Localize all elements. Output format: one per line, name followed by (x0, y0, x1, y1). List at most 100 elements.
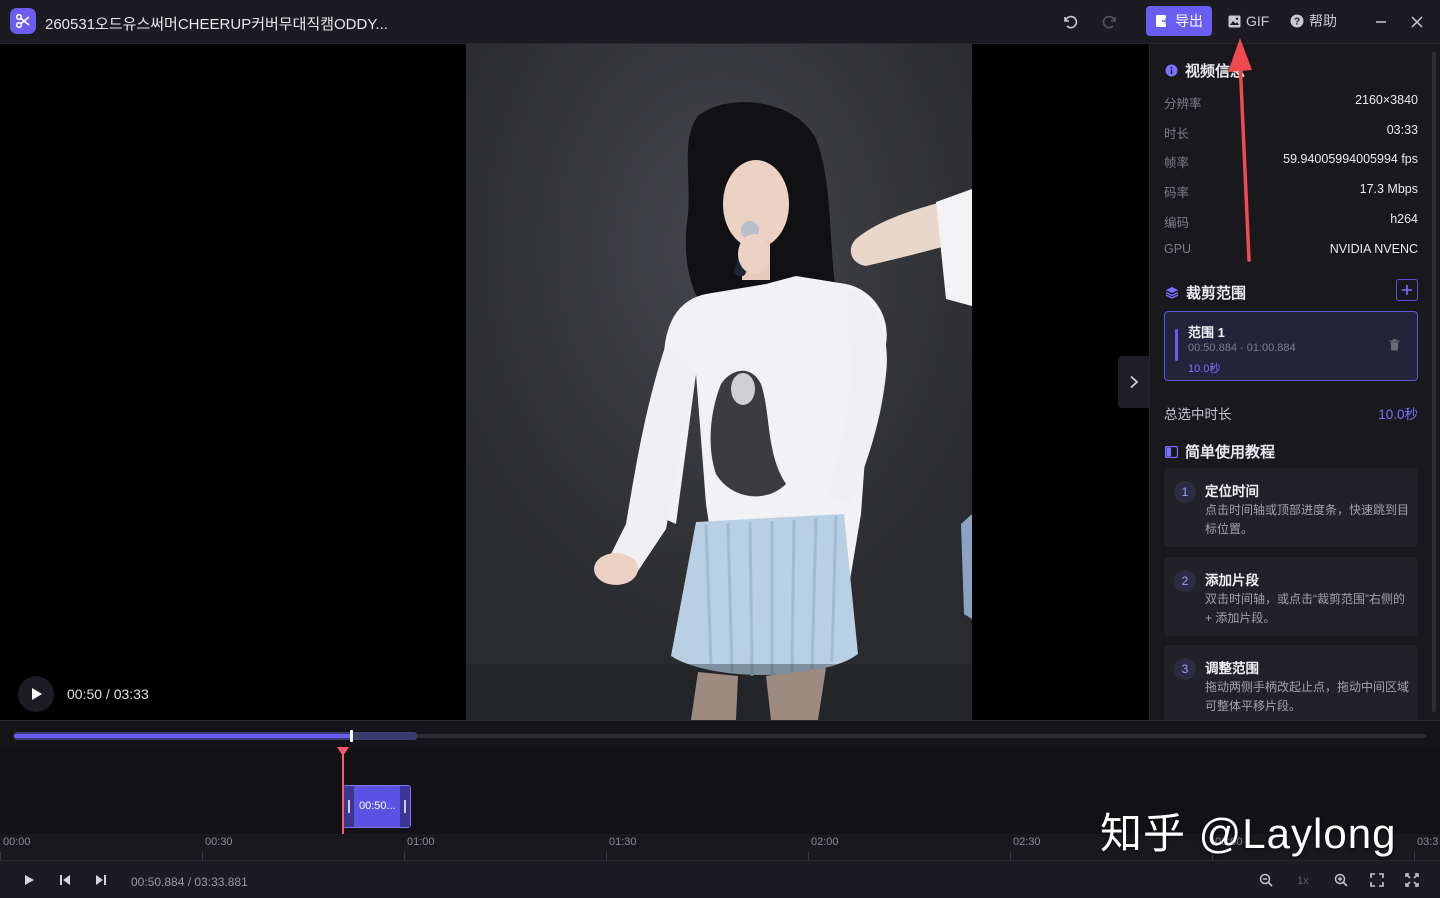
playhead-line[interactable] (342, 751, 344, 834)
total-duration-label: 总选中时长 (1164, 407, 1232, 422)
range-duration: 10.0秒 (1188, 363, 1221, 375)
total-duration-value: 10.0秒 (1378, 407, 1418, 422)
performer-image (466, 44, 972, 720)
info-value: 03:33 (1386, 123, 1418, 137)
export-icon (1156, 15, 1169, 27)
clip-label: 00:50... (359, 800, 396, 812)
step-number: 2 (1174, 570, 1196, 592)
image-icon (1228, 15, 1241, 27)
window-title: 260531오드유스써머CHEERUP커버무대직캠ODDY... (45, 16, 388, 33)
scissors-icon (10, 8, 36, 34)
chevron-right-icon (1129, 375, 1138, 389)
panel-scrollbar[interactable] (1432, 52, 1436, 712)
progress-fill (14, 734, 352, 738)
overlay-time: 00:50 / 03:33 (67, 686, 149, 702)
range-card[interactable]: 范围 1 00:50.884 - 01:00.884 10.0秒 (1164, 311, 1418, 381)
book-icon (1165, 445, 1178, 458)
video-preview[interactable]: 00:50 / 03:33 (0, 44, 1149, 720)
trash-icon[interactable] (1389, 338, 1400, 356)
info-value: 2160×3840 (1355, 93, 1418, 107)
tutorial-step: 3 调整范围 拖动两侧手柄改起止点，拖动中间区域可整体平移片段。 (1164, 645, 1418, 720)
zoom-out-icon[interactable] (1258, 872, 1274, 888)
tick-mark (404, 852, 405, 860)
help-button[interactable]: ? 帮助 (1290, 6, 1337, 36)
info-key: GPU (1164, 242, 1192, 256)
tick-mark (1010, 852, 1011, 860)
play-icon[interactable] (21, 872, 37, 888)
tick-mark (0, 852, 1, 860)
info-row-resolution: 分辨率 2160×3840 (1164, 93, 1418, 112)
step-description: 双击时间轴，或点击“裁剪范围”右侧的 + 添加片段。 (1205, 592, 1405, 625)
tick-mark (202, 852, 203, 860)
tick-mark (606, 852, 607, 860)
info-key: 分辨率 (1164, 97, 1202, 111)
info-key: 码率 (1164, 186, 1190, 200)
overlay-play-button[interactable] (18, 676, 54, 712)
fit-icon[interactable] (1369, 872, 1385, 888)
current-time: 00:50.884 / 03:33.881 (131, 875, 248, 889)
range-color-bar (1175, 329, 1178, 361)
info-value: NVIDIA NVENC (1329, 242, 1418, 256)
skip-back-icon[interactable] (57, 872, 73, 888)
add-range-button[interactable] (1396, 279, 1418, 301)
total-duration-row: 总选中时长 10.0秒 (1164, 403, 1418, 423)
step-title: 添加片段 (1205, 573, 1259, 588)
close-icon[interactable] (1406, 11, 1428, 33)
minimize-icon[interactable] (1370, 11, 1392, 33)
clip-range-header: 裁剪范围 (1165, 282, 1246, 303)
bottom-controls: 00:50.884 / 03:33.881 1x (0, 860, 1440, 898)
tutorial-title: 简单使用教程 (1185, 444, 1276, 461)
progress-knob[interactable] (350, 730, 354, 742)
range-name: 范围 1 (1188, 325, 1225, 340)
fullscreen-icon[interactable] (1404, 872, 1420, 888)
undo-icon[interactable] (1059, 11, 1081, 33)
video-frame (466, 44, 972, 720)
clip-range-title: 裁剪范围 (1186, 285, 1247, 302)
tick-mark (1414, 852, 1415, 860)
svg-text:?: ? (1294, 17, 1300, 28)
tutorial-header: 简单使用教程 (1165, 441, 1275, 462)
tick-label: 03:3 (1417, 836, 1439, 848)
panel-toggle-button[interactable] (1118, 356, 1149, 408)
info-value: 59.94005994005994 fps (1283, 152, 1418, 166)
step-title: 调整范围 (1205, 661, 1259, 676)
help-icon: ? (1290, 14, 1304, 28)
step-number: 3 (1174, 658, 1196, 680)
info-icon (1165, 64, 1178, 77)
export-label: 导出 (1175, 13, 1203, 29)
layers-icon (1165, 287, 1179, 299)
tick-label: 02:30 (1013, 836, 1041, 848)
info-row-bitrate: 码率 17.3 Mbps (1164, 182, 1418, 201)
play-icon (32, 688, 42, 700)
tick-mark (808, 852, 809, 860)
title-bar: 260531오드유스써머CHEERUP커버무대직캠ODDY... 导出 GIF … (0, 0, 1440, 44)
info-key: 帧率 (1164, 156, 1190, 170)
tick-label: 00:00 (3, 836, 31, 848)
plus-icon (1402, 285, 1412, 295)
help-label: 帮助 (1309, 13, 1337, 29)
clip-end-handle[interactable] (400, 786, 410, 827)
redo-icon[interactable] (1099, 11, 1121, 33)
range-time: 00:50.884 - 01:00.884 (1188, 342, 1296, 354)
tick-label: 01:00 (407, 836, 435, 848)
export-button[interactable]: 导出 (1146, 6, 1212, 36)
tick-label: 01:30 (609, 836, 637, 848)
info-row-framerate: 帧率 59.94005994005994 fps (1164, 152, 1418, 171)
skip-forward-icon[interactable] (93, 872, 109, 888)
clip-segment[interactable]: 00:50... (343, 785, 411, 828)
tick-label: 00:30 (205, 836, 233, 848)
annotation-arrow-icon (1228, 38, 1252, 262)
speed-label[interactable]: 1x (1297, 875, 1309, 887)
step-title: 定位时间 (1205, 484, 1259, 499)
step-description: 拖动两侧手柄改起止点，拖动中间区域可整体平移片段。 (1205, 680, 1410, 713)
info-key: 时长 (1164, 127, 1190, 141)
info-row-codec: 编码 h264 (1164, 212, 1418, 231)
info-row-gpu: GPU NVIDIA NVENC (1164, 242, 1418, 256)
zoom-in-icon[interactable] (1333, 872, 1349, 888)
clip-start-handle[interactable] (344, 786, 354, 827)
watermark: 知乎 @Laylong (1100, 810, 1397, 857)
step-description: 点击时间轴或顶部进度条，快速跳到目标位置。 (1205, 503, 1410, 536)
side-panel: 视频信息 分辨率 2160×3840 时长 03:33 帧率 59.940059… (1149, 44, 1440, 720)
progress-track[interactable] (14, 730, 1427, 742)
tutorial-step: 2 添加片段 双击时间轴，或点击“裁剪范围”右侧的 + 添加片段。 (1164, 557, 1418, 636)
